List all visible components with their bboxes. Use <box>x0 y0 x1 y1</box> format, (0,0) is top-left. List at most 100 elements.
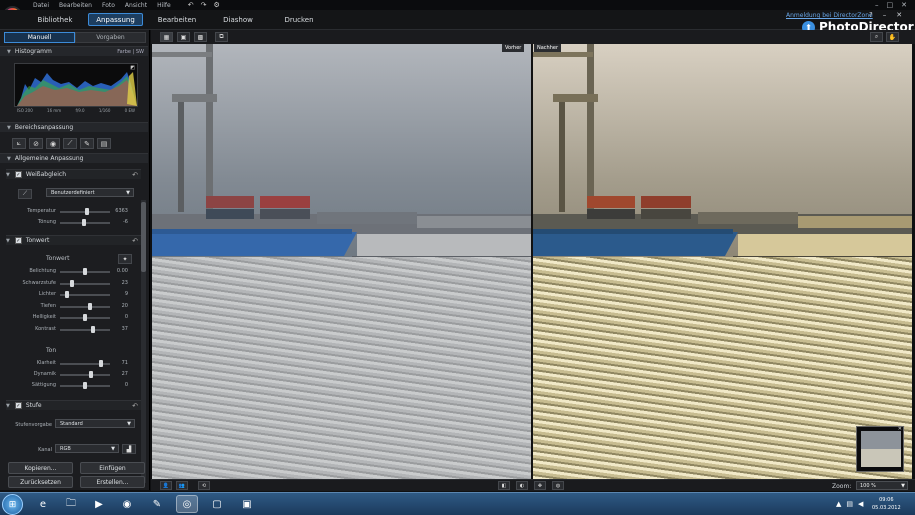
before-photo[interactable] <box>152 44 531 479</box>
histogram-header[interactable]: ▼ Histogramm Farbe | SW <box>0 46 148 56</box>
levels-preset-dropdown[interactable]: Standard ▼ <box>55 419 135 428</box>
tone-checkbox[interactable]: ✓ <box>14 237 22 244</box>
undo-icon[interactable]: ↶ <box>188 1 194 9</box>
menu-item-foto[interactable]: Foto <box>97 2 120 9</box>
panel-scrollbar[interactable] <box>141 200 146 483</box>
menu-item-bearbeiten[interactable]: Bearbeiten <box>54 2 97 9</box>
slider-thumb[interactable] <box>70 279 75 287</box>
hand-tool-icon[interactable]: ✋ <box>886 32 899 42</box>
minimize-icon[interactable]: – <box>875 1 879 9</box>
red-eye-icon[interactable]: ◉ <box>46 138 60 149</box>
photodirector-task-icon[interactable]: ◎ <box>176 495 198 513</box>
zoom-dropdown[interactable]: 100 % ▼ <box>856 481 908 490</box>
slider-thumb[interactable] <box>64 291 69 298</box>
slider-track[interactable] <box>60 208 110 215</box>
half-view-icon[interactable]: ◐ <box>516 481 528 490</box>
internet-explorer-icon[interactable]: e <box>32 495 54 513</box>
reset-arrow-icon[interactable]: ↶ <box>132 402 141 410</box>
slider-track[interactable] <box>60 382 110 389</box>
view-multi-icon[interactable]: ▩ <box>194 32 207 42</box>
overlay-icon[interactable]: ◍ <box>552 481 564 490</box>
reset-arrow-icon[interactable]: ↶ <box>132 171 141 179</box>
white-balance-checkbox[interactable]: ✓ <box>14 171 22 178</box>
volume-icon[interactable]: ◀ <box>858 500 863 508</box>
slider-track[interactable] <box>60 279 110 287</box>
slider-thumb[interactable] <box>83 314 87 321</box>
slider-thumb[interactable] <box>91 325 96 333</box>
scrollbar-thumb[interactable] <box>141 202 146 272</box>
menu-item-hilfe[interactable]: Hilfe <box>152 2 176 9</box>
spot-removal-icon[interactable]: ⊘ <box>29 138 43 149</box>
tab-bibliothek[interactable]: Bibliothek <box>33 13 77 26</box>
firefox-icon[interactable]: ◉ <box>116 495 138 513</box>
media-player-icon[interactable]: ▶ <box>88 495 110 513</box>
folder-icon[interactable]: 🗀 <box>60 495 82 513</box>
tab-bearbeiten[interactable]: Bearbeiten <box>156 13 198 26</box>
network-icon[interactable]: ▤ <box>846 500 853 508</box>
people-icon[interactable]: 👥 <box>176 481 188 490</box>
pan-icon[interactable]: ✥ <box>534 481 546 490</box>
tab-manuell[interactable]: Manuell <box>4 32 75 43</box>
close-icon[interactable]: ✕ <box>896 11 902 19</box>
slider-track[interactable] <box>60 291 110 298</box>
settings-gear-icon[interactable]: ⚙ <box>213 1 219 9</box>
graduated-filter-icon[interactable]: ▤ <box>97 138 111 149</box>
tab-drucken[interactable]: Drucken <box>280 13 318 26</box>
crop-icon[interactable]: ⟀ <box>12 138 26 149</box>
slider-track[interactable] <box>60 268 110 275</box>
tab-vorgaben[interactable]: Vorgaben <box>75 32 146 43</box>
tab-anpassung[interactable]: Anpassung <box>88 13 143 26</box>
tray-arrow-icon[interactable]: ▲ <box>836 500 841 508</box>
compare-icon[interactable]: ⧉ <box>215 32 228 42</box>
rotate-icon[interactable]: ⟲ <box>198 481 210 490</box>
levels-checkbox[interactable]: ✓ <box>14 402 22 409</box>
navigator-thumbnail[interactable]: ✕ <box>856 426 904 472</box>
view-grid-icon[interactable]: ▦ <box>160 32 173 42</box>
slider-track[interactable] <box>60 325 110 333</box>
window-app-icon[interactable]: ▢ <box>206 495 228 513</box>
histogram-mode-color[interactable]: Farbe <box>117 49 131 55</box>
copy-button[interactable]: Kopieren... <box>8 462 73 474</box>
levels-curve-icon[interactable]: ▟ <box>122 444 136 454</box>
tool-app-icon[interactable]: ✎ <box>146 495 168 513</box>
view-single-icon[interactable]: ▣ <box>177 32 190 42</box>
slider-thumb[interactable] <box>83 268 87 275</box>
slider-track[interactable] <box>60 371 110 378</box>
help-icon[interactable]: ? <box>869 11 873 19</box>
white-balance-preset-dropdown[interactable]: Benutzerdefiniert ▼ <box>46 188 134 197</box>
white-balance-header[interactable]: ▼ ✓ Weißabgleich ↶ <box>6 169 141 179</box>
general-adjust-header[interactable]: ▼ Allgemeine Anpassung <box>0 153 148 163</box>
slider-thumb[interactable] <box>88 371 93 378</box>
slider-thumb[interactable] <box>87 302 92 310</box>
image-app-icon[interactable]: ▣ <box>236 495 258 513</box>
histogram-clip-icon[interactable]: ◩ <box>130 65 135 71</box>
create-preset-button[interactable]: Erstellen... <box>80 476 145 488</box>
tone-header[interactable]: ▼ ✓ Tonwert ↶ <box>6 235 141 245</box>
zoom-tool-icon[interactable]: ⌕ <box>870 32 883 42</box>
channel-dropdown[interactable]: RGB ▼ <box>55 444 119 453</box>
taskbar-clock[interactable]: 09:06 05.03.2012 <box>872 496 901 512</box>
start-button[interactable]: ⊞ <box>2 494 23 515</box>
close-icon[interactable]: ✕ <box>898 426 902 432</box>
eyedropper-icon[interactable]: ⟋ <box>18 189 32 199</box>
menu-item-datei[interactable]: Datei <box>28 2 54 9</box>
maximize-icon[interactable]: □ <box>887 1 894 9</box>
reset-button[interactable]: Zurücksetzen <box>8 476 73 488</box>
slider-thumb[interactable] <box>99 360 104 367</box>
gradient-brush-icon[interactable]: ✎ <box>80 138 94 149</box>
brush-icon[interactable]: ⟋ <box>63 138 77 149</box>
menu-item-ansicht[interactable]: Ansicht <box>120 2 152 9</box>
redo-icon[interactable]: ↷ <box>201 1 207 9</box>
single-person-icon[interactable]: 👤 <box>160 481 172 490</box>
tab-diashow[interactable]: Diashow <box>218 13 258 26</box>
slider-track[interactable] <box>60 302 110 310</box>
target-adjust-icon[interactable]: ✦ <box>118 254 132 264</box>
slider-track[interactable] <box>60 360 110 367</box>
slider-thumb[interactable] <box>82 219 87 226</box>
histogram-mode-bw[interactable]: SW <box>136 49 144 55</box>
split-view-icon[interactable]: ◧ <box>498 481 510 490</box>
levels-header[interactable]: ▼ ✓ Stufe ↶ <box>6 400 141 410</box>
after-photo[interactable] <box>533 44 912 479</box>
slider-thumb[interactable] <box>85 208 90 215</box>
region-adjust-header[interactable]: ▼ Bereichsanpassung <box>0 122 148 132</box>
